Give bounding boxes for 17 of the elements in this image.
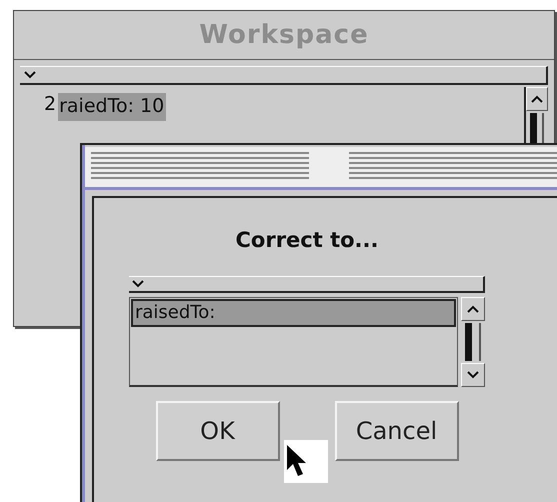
mouse-pointer-icon [284,440,328,483]
code-text: 2 [44,93,56,115]
window-title: Workspace [14,11,554,60]
dialog-prompt: Correct to... [236,228,378,252]
scroll-up-icon [467,305,479,313]
chevron-down-icon [132,280,144,288]
scroll-up-icon [531,95,543,103]
list-item[interactable]: raisedTo: [131,299,456,327]
selected-text: raiedTo: 10 [58,93,166,121]
chevron-down-icon [24,71,36,79]
scrollbar[interactable] [461,297,485,387]
scroll-thumb[interactable] [465,323,481,361]
list-menu-bar[interactable] [129,276,485,293]
cancel-button[interactable]: Cancel [334,401,458,461]
pane-menu-bar[interactable] [20,66,548,85]
scroll-down-icon [467,371,479,379]
ok-button[interactable]: OK [156,401,280,461]
